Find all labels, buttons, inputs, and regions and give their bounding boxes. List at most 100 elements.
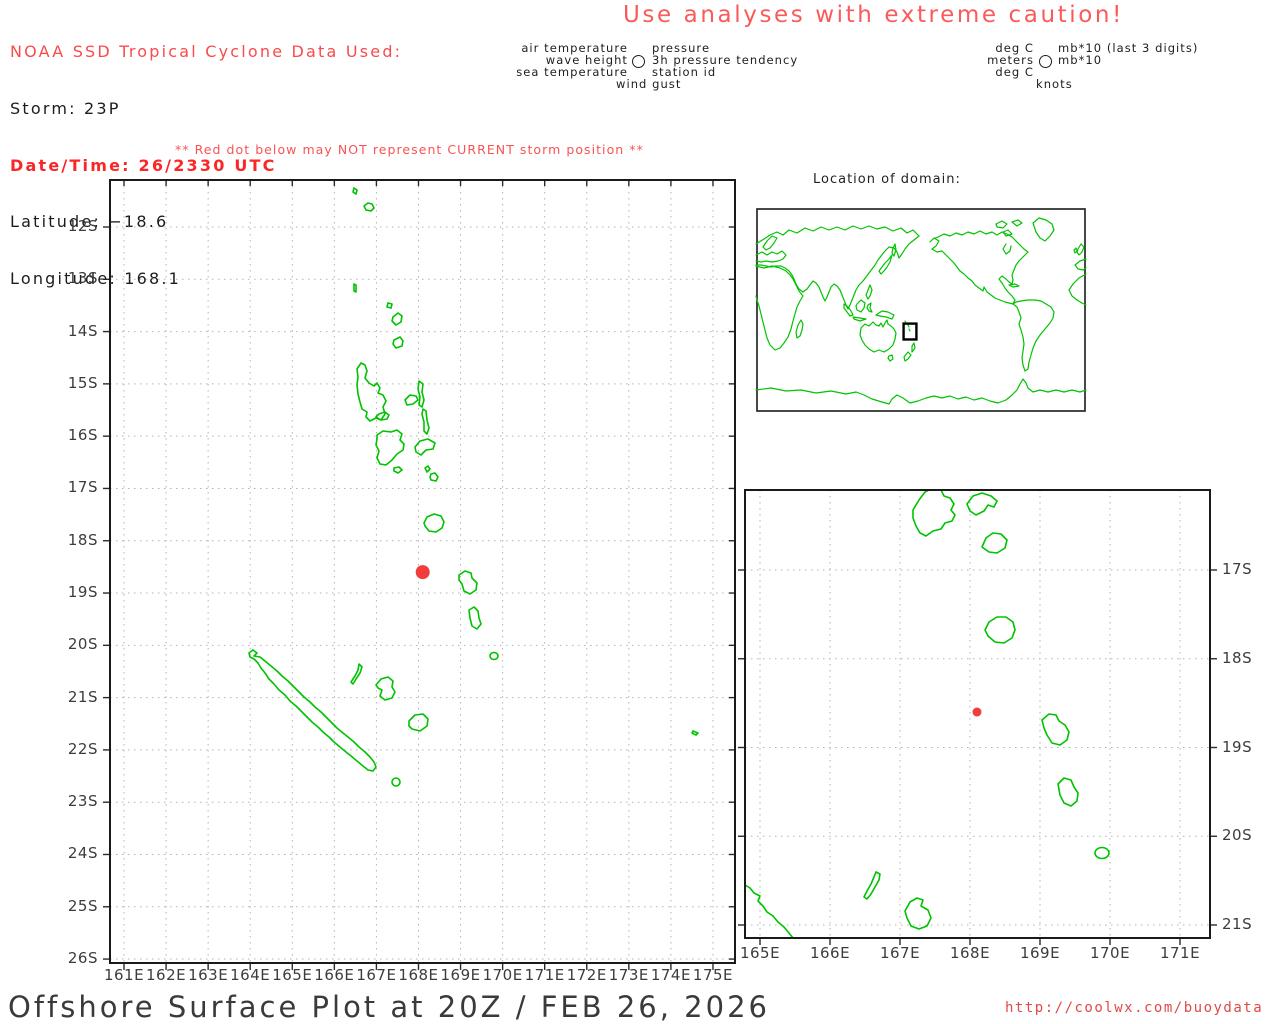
coastline-path <box>408 713 429 732</box>
source-url: http://coolwx.com/buoydata <box>1005 1000 1264 1016</box>
legend-label: wind gust <box>616 77 682 91</box>
lat-label: 17S <box>67 478 98 497</box>
lat-label: 20S <box>1222 826 1253 845</box>
lon-label: 173E <box>608 966 649 984</box>
coastline-path <box>745 884 794 938</box>
storm-position-dot <box>415 565 430 580</box>
coastline-path <box>1012 299 1055 372</box>
inset-border <box>756 208 1086 412</box>
lat-label: 13S <box>67 269 98 288</box>
lon-label: 165E <box>739 944 781 962</box>
coastline-path <box>855 299 866 313</box>
coastline-path <box>911 342 916 353</box>
coastline-path <box>691 730 699 736</box>
coastline-path <box>429 472 439 482</box>
storm-position-warning: ** Red dot below may NOT represent CURRE… <box>175 142 644 157</box>
lon-label: 174E <box>650 966 691 984</box>
lon-label: 168E <box>949 944 991 962</box>
lon-label: 175E <box>692 966 734 984</box>
lat-label: 18S <box>67 530 98 549</box>
lat-label: 12S <box>67 217 98 235</box>
lat-label: 21S <box>67 687 98 706</box>
coastline-path <box>458 570 478 595</box>
lon-label: 166E <box>809 944 851 962</box>
coastline-path <box>1041 713 1070 746</box>
coastline-path <box>248 649 377 772</box>
coastline-path <box>1057 777 1079 807</box>
coastline-path <box>863 871 881 900</box>
buoy-plot-page: NOAA SSD Tropical Cyclone Data Used: Sto… <box>0 0 1280 1024</box>
main-map <box>103 179 736 970</box>
lat-label: 15S <box>67 373 98 392</box>
coastline-path <box>404 394 419 406</box>
legend-label: knots <box>1036 77 1073 91</box>
coastline-path <box>1076 243 1085 256</box>
storm-info-title: NOAA SSD Tropical Cyclone Data Used: <box>10 42 403 61</box>
coastline-path <box>393 466 403 474</box>
coastline-path <box>984 616 1016 644</box>
lon-label: 171E <box>524 966 565 984</box>
coastline-path <box>795 319 804 339</box>
world-coastlines <box>755 217 1087 405</box>
coastline-path <box>866 302 873 313</box>
lat-label: 18S <box>1222 648 1253 667</box>
coastline-path <box>468 606 482 630</box>
coastline-path <box>903 351 912 362</box>
lon-label: 169E <box>440 966 481 984</box>
lat-label: 24S <box>67 844 98 863</box>
coastline-path <box>878 254 893 275</box>
lon-label: 171E <box>1159 944 1201 962</box>
coastline-path <box>421 408 430 435</box>
coastline-path <box>755 378 1087 405</box>
zoom-map <box>738 489 1217 945</box>
lon-label: 167E <box>879 944 921 962</box>
lon-label: 166E <box>314 966 355 984</box>
lon-label: 165E <box>272 966 313 984</box>
lat-label: 20S <box>67 635 98 654</box>
lon-label: 167E <box>356 966 397 984</box>
coastline-path <box>887 354 894 362</box>
legend-label: sea temperature <box>516 65 628 79</box>
zoom-map-ticks <box>738 569 1217 945</box>
station-circle-icon <box>632 55 645 68</box>
lon-label: 172E <box>566 966 607 984</box>
lat-label: 23S <box>67 792 98 811</box>
coastline-path <box>350 663 363 685</box>
coastline-path <box>981 532 1008 554</box>
coastline-path <box>843 303 854 317</box>
coastline-path <box>755 250 787 263</box>
coastline-path <box>966 492 998 516</box>
lat-label: 17S <box>1222 560 1253 578</box>
coastline-path <box>995 220 1008 229</box>
coastline-path <box>1073 247 1078 254</box>
coastline-path <box>417 380 425 408</box>
lat-label: 16S <box>67 426 98 445</box>
coastline-path <box>875 310 895 320</box>
coastline-path <box>489 651 499 661</box>
coastline-path <box>392 336 404 349</box>
lat-label: 26S <box>67 949 98 968</box>
inset-world-map <box>755 208 1087 412</box>
coastline-path <box>353 283 357 293</box>
coastline-path <box>1008 283 1020 288</box>
coastline-path <box>852 316 867 322</box>
main-map-coastlines <box>248 187 699 787</box>
coastline-path <box>755 225 920 245</box>
lat-label: 25S <box>67 896 98 915</box>
coastline-path <box>414 438 436 456</box>
coastline-path <box>859 319 897 353</box>
lat-label: 22S <box>67 739 98 758</box>
coastline-path <box>1032 217 1055 242</box>
zoom-map-coastlines <box>745 490 1110 938</box>
lon-label: 164E <box>230 966 271 984</box>
lat-label: 14S <box>67 321 98 340</box>
lon-label: 170E <box>482 966 523 984</box>
lon-label: 170E <box>1089 944 1131 962</box>
coastline-path <box>865 284 873 300</box>
lat-label: 21S <box>1222 915 1253 933</box>
coastline-path <box>904 897 932 930</box>
lon-label: 163E <box>188 966 229 984</box>
coastline-path <box>1094 846 1110 860</box>
storm-id-line: Storm: 23P <box>10 98 121 118</box>
coastline-path <box>386 302 393 309</box>
